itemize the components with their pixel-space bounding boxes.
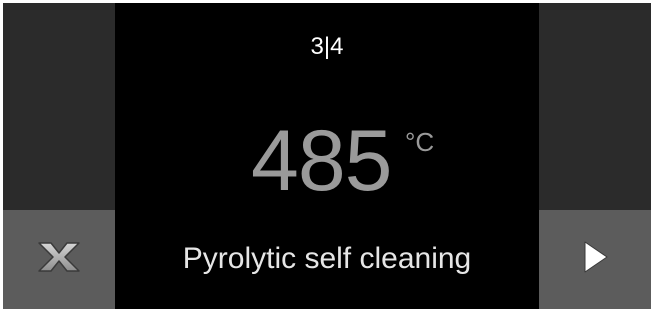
program-name[interactable]: Pyrolytic self cleaning	[115, 241, 539, 277]
right-side-filler	[539, 3, 651, 210]
main-display-area: 3|4 485 °C Pyrolytic self cleaning	[115, 3, 539, 309]
play-arrow-icon	[580, 239, 610, 280]
close-icon	[35, 237, 83, 282]
next-button[interactable]	[539, 210, 651, 309]
temperature-value: 485	[251, 113, 392, 209]
cancel-button[interactable]	[3, 210, 115, 309]
right-side-panel	[539, 3, 651, 309]
step-indicator: 3|4	[310, 33, 344, 60]
left-side-filler	[3, 3, 115, 210]
left-side-panel	[3, 3, 115, 309]
temperature-unit: °C	[405, 127, 435, 157]
oven-display: 3|4 485 °C Pyrolytic self cleaning	[3, 3, 651, 309]
